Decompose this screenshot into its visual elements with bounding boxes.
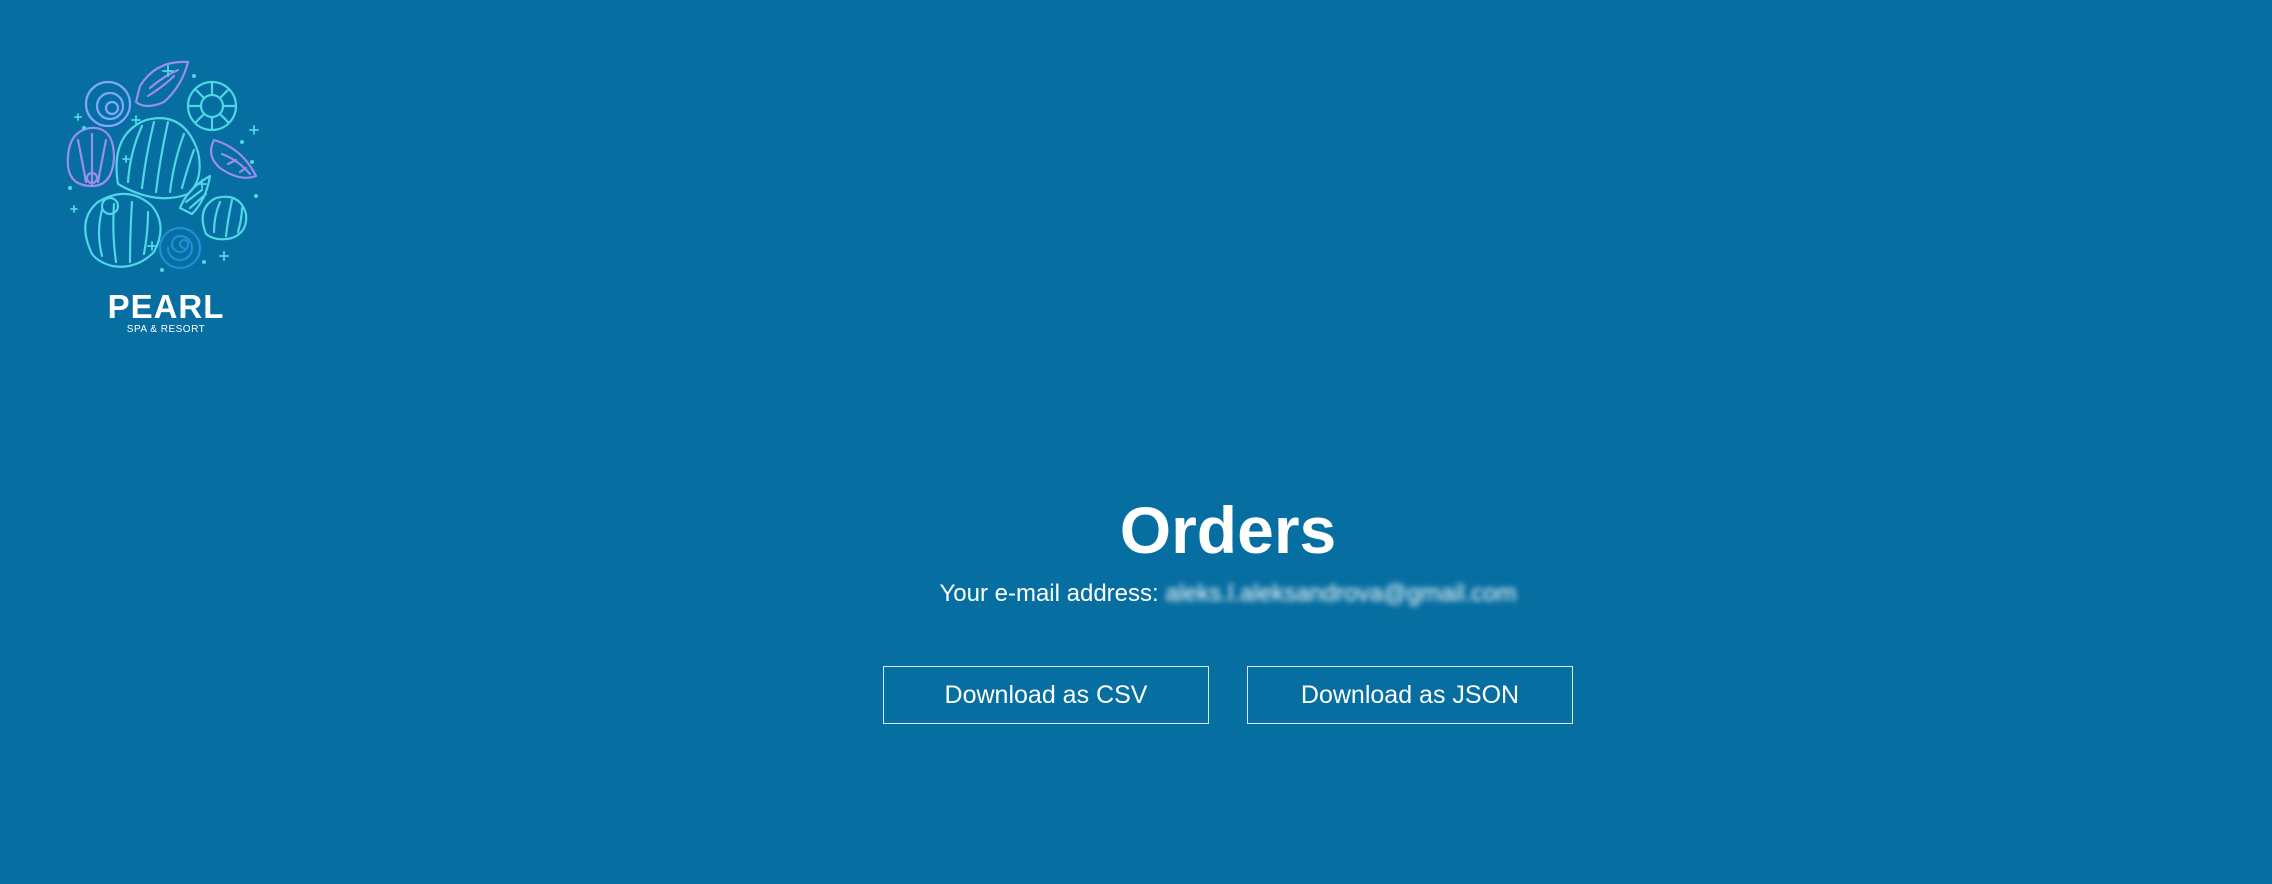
email-label: Your e-mail address: [939, 580, 1159, 607]
download-csv-button[interactable]: Download as CSV [883, 666, 1209, 724]
download-json-button[interactable]: Download as JSON [1247, 666, 1573, 724]
pearl-logo: PEARL SPA & RESORT [56, 56, 276, 342]
email-info: Your e-mail address: aleks.l.aleksandrov… [0, 578, 2272, 610]
brand-name: PEARL [107, 288, 225, 325]
email-value: aleks.l.aleksandrova@gmail.com [1165, 580, 1517, 607]
orders-panel: Orders Your e-mail address: aleks.l.alek… [0, 490, 2272, 610]
download-actions: Download as CSV Download as JSON [0, 666, 2272, 724]
seashell-logo-icon [66, 60, 259, 272]
page-title: Orders [1119, 493, 1337, 567]
brand-tagline: SPA & RESORT [126, 324, 206, 335]
